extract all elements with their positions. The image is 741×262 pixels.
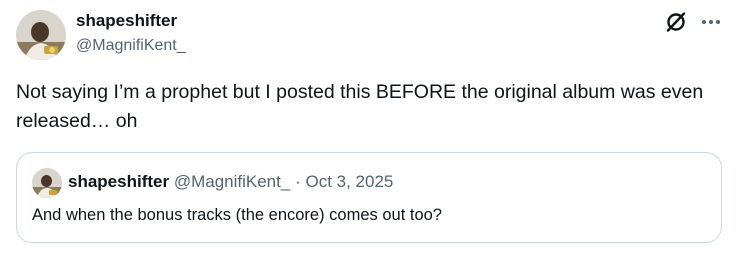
quoted-author-handle: @MagnifiKent_	[173, 172, 291, 191]
quoted-tweet-text: And when the bonus tracks (the encore) c…	[32, 206, 442, 224]
quoted-author-avatar	[32, 168, 62, 198]
quoted-author-display-name: shapeshifter	[68, 172, 170, 191]
author-display-name[interactable]: shapeshifter	[76, 11, 177, 31]
quoted-tweet-header: shapeshifter @MagnifiKent_ · Oct 3, 2025	[68, 171, 393, 193]
tweet: shapeshifter @MagnifiKent_ Not saying I’…	[0, 0, 741, 262]
more-icon[interactable]	[700, 12, 722, 32]
tweet-text: Not saying I’m a prophet but I posted th…	[16, 81, 704, 132]
author-handle[interactable]: @MagnifiKent_	[76, 36, 186, 56]
grok-icon[interactable]	[664, 10, 688, 34]
avatar[interactable]	[16, 10, 66, 60]
separator-dot: ·	[295, 172, 301, 191]
quoted-tweet-card[interactable]: shapeshifter @MagnifiKent_ · Oct 3, 2025…	[16, 152, 722, 243]
quoted-tweet-date: Oct 3, 2025	[305, 172, 394, 191]
